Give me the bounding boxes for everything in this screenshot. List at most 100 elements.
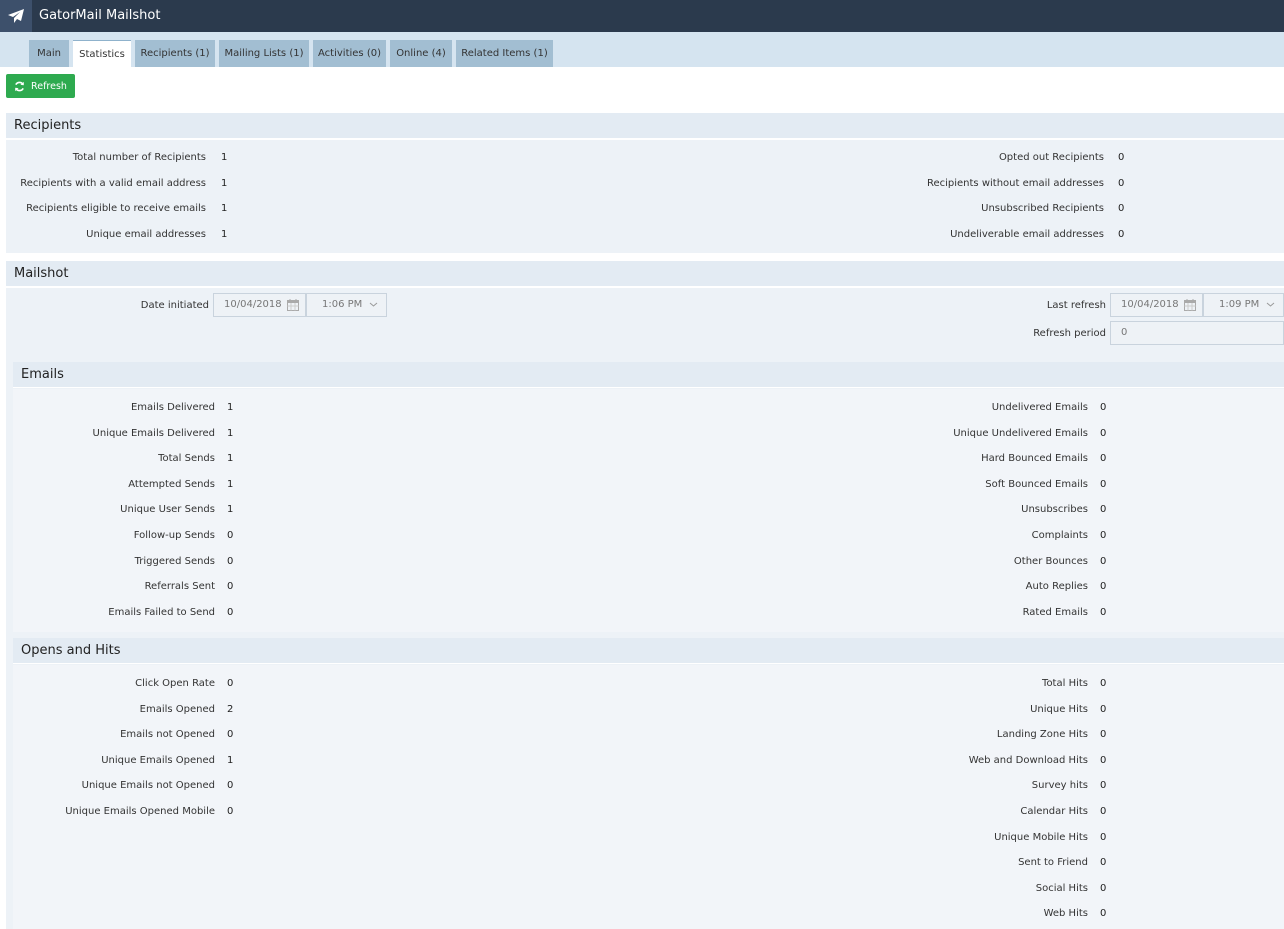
stat-row: Other Bounces 0 (13, 555, 1284, 569)
stat-row: Survey hits 0 (13, 779, 1284, 793)
stat-value: 0 (1100, 754, 1107, 766)
tab-online[interactable]: Online (4) (390, 40, 452, 67)
tab-recipients[interactable]: Recipients (1) (135, 40, 215, 67)
stat-label: Recipients without email addresses (926, 177, 1104, 189)
stat-value: 0 (1100, 806, 1107, 817)
date-initiated-time-field[interactable]: 1:06 PM (306, 293, 387, 317)
paper-plane-icon (8, 9, 24, 23)
stat-row: Web and Download Hits 0 (13, 754, 1284, 768)
date-initiated-time-value: 1:06 PM (322, 299, 363, 310)
stat-value: 0 (1100, 780, 1107, 792)
title-bar: GatorMail Mailshot (0, 0, 1284, 32)
stat-row: Soft Bounced Emails 0 (13, 478, 1284, 492)
refresh-label: Refresh (31, 80, 67, 92)
recipients-body: Total number of Recipients 1 Recipients wi… (6, 140, 1284, 253)
stat-row: Social Hits 0 (13, 882, 1284, 896)
stat-row: Total Hits 0 (13, 677, 1284, 691)
stat-value: 0 (1118, 229, 1125, 241)
last-refresh-time-value: 1:09 PM (1219, 299, 1260, 310)
tab-mailing-lists[interactable]: Mailing Lists (1) (219, 40, 309, 67)
last-refresh-label: Last refresh (1046, 300, 1106, 311)
stat-row: Unique Undelivered Emails 0 (13, 427, 1284, 441)
stat-label: Unsubscribed Recipients (981, 203, 1104, 215)
app-logo (0, 0, 32, 32)
refresh-icon (15, 81, 24, 91)
stat-value: 0 (1100, 882, 1107, 894)
refresh-period-field[interactable]: 0 (1110, 321, 1284, 345)
stat-value: 0 (1100, 555, 1107, 567)
stat-row: Hard Bounced Emails 0 (13, 452, 1284, 466)
stat-value: 0 (1100, 857, 1107, 869)
stat-label: Unsubscribes (1021, 504, 1088, 516)
stat-row: Rated Emails 0 (13, 606, 1284, 620)
stat-row: Recipients without email addresses 0 (6, 177, 1277, 191)
refresh-period-value: 0 (1121, 327, 1128, 338)
tab-bar: Main Statistics Recipients (1) Mailing L… (0, 32, 1284, 67)
opens-hits-body: Click Open Rate 0 Emails Opened 2 Emails not… (13, 665, 1284, 929)
stat-label: Social Hits (1035, 882, 1088, 894)
date-initiated-date-field[interactable]: 10/04/2018 (213, 293, 306, 317)
stat-value: 0 (1100, 581, 1107, 593)
tab-main[interactable]: Main (29, 40, 69, 67)
emails-header: Emails (13, 362, 1284, 388)
stat-value: 0 (1100, 402, 1107, 413)
stat-label: Web Hits (1043, 908, 1088, 920)
stat-row: Calendar Hits 0 (13, 805, 1284, 819)
stat-value: 0 (1100, 453, 1107, 465)
recipients-header: Recipients (6, 113, 1284, 139)
stat-row: Opted out Recipients 0 (6, 151, 1277, 165)
calendar-icon (287, 299, 299, 311)
stat-row: Auto Replies 0 (13, 580, 1284, 594)
stat-row: Unique Hits 0 (13, 703, 1284, 717)
stat-value: 0 (1100, 831, 1107, 843)
stat-label: Complaints (1031, 530, 1088, 541)
stat-label: Rated Emails (1022, 606, 1088, 618)
stat-label: Soft Bounced Emails (985, 478, 1088, 490)
tab-related-items[interactable]: Related Items (1) (456, 40, 553, 67)
app-title: GatorMail Mailshot (39, 8, 161, 23)
last-refresh-time-field[interactable]: 1:09 PM (1203, 293, 1284, 317)
stat-row: Undelivered Emails 0 (13, 401, 1284, 415)
stat-value: 0 (1100, 504, 1107, 516)
stat-label: Unique Hits (1030, 703, 1088, 715)
stat-value: 0 (1100, 606, 1107, 618)
stat-label: Calendar Hits (1020, 806, 1088, 817)
stat-label: Auto Replies (1025, 581, 1088, 593)
refresh-button[interactable]: Refresh (6, 74, 75, 98)
stat-label: Undelivered Emails (991, 402, 1088, 413)
stat-row: Unique Mobile Hits 0 (13, 831, 1284, 845)
stat-row: Web Hits 0 (13, 907, 1284, 921)
stat-value: 0 (1100, 703, 1107, 715)
mailshot-body: Date initiated 10/04/2018 1:06 PM Last r… (6, 288, 1284, 929)
chevron-down-icon (1266, 302, 1275, 307)
stat-row: Sent to Friend 0 (13, 856, 1284, 870)
emails-body: Emails Delivered 1 Unique Emails Delivered… (13, 389, 1284, 632)
stat-value: 0 (1100, 530, 1107, 541)
stat-row: Undeliverable email addresses 0 (6, 228, 1277, 242)
stat-label: Web and Download Hits (968, 754, 1088, 766)
stat-value: 0 (1100, 729, 1107, 741)
stat-label: Unique Undelivered Emails (953, 427, 1088, 439)
stat-value: 0 (1118, 152, 1125, 163)
stat-value: 0 (1100, 678, 1107, 689)
date-initiated-label: Date initiated (140, 300, 209, 311)
opens-hits-header: Opens and Hits (13, 638, 1284, 664)
stat-value: 0 (1100, 427, 1107, 439)
stat-label: Total Hits (1042, 678, 1088, 689)
stat-label: Sent to Friend (1018, 857, 1088, 869)
stat-row: Unsubscribes 0 (13, 503, 1284, 517)
stat-label: Opted out Recipients (998, 152, 1104, 163)
mailshot-header: Mailshot (6, 261, 1284, 287)
stat-label: Other Bounces (1013, 555, 1088, 567)
date-initiated-date-value: 10/04/2018 (224, 299, 282, 310)
last-refresh-date-field[interactable]: 10/04/2018 (1110, 293, 1203, 317)
last-refresh-date-value: 10/04/2018 (1121, 299, 1179, 310)
tab-statistics[interactable]: Statistics (73, 40, 131, 67)
tab-activities[interactable]: Activities (0) (313, 40, 386, 67)
stat-row: Unsubscribed Recipients 0 (6, 202, 1277, 216)
chevron-down-icon (369, 302, 378, 307)
stat-value: 0 (1100, 908, 1107, 920)
stat-label: Landing Zone Hits (996, 729, 1088, 741)
stat-value: 0 (1118, 177, 1125, 189)
calendar-icon (1184, 299, 1196, 311)
